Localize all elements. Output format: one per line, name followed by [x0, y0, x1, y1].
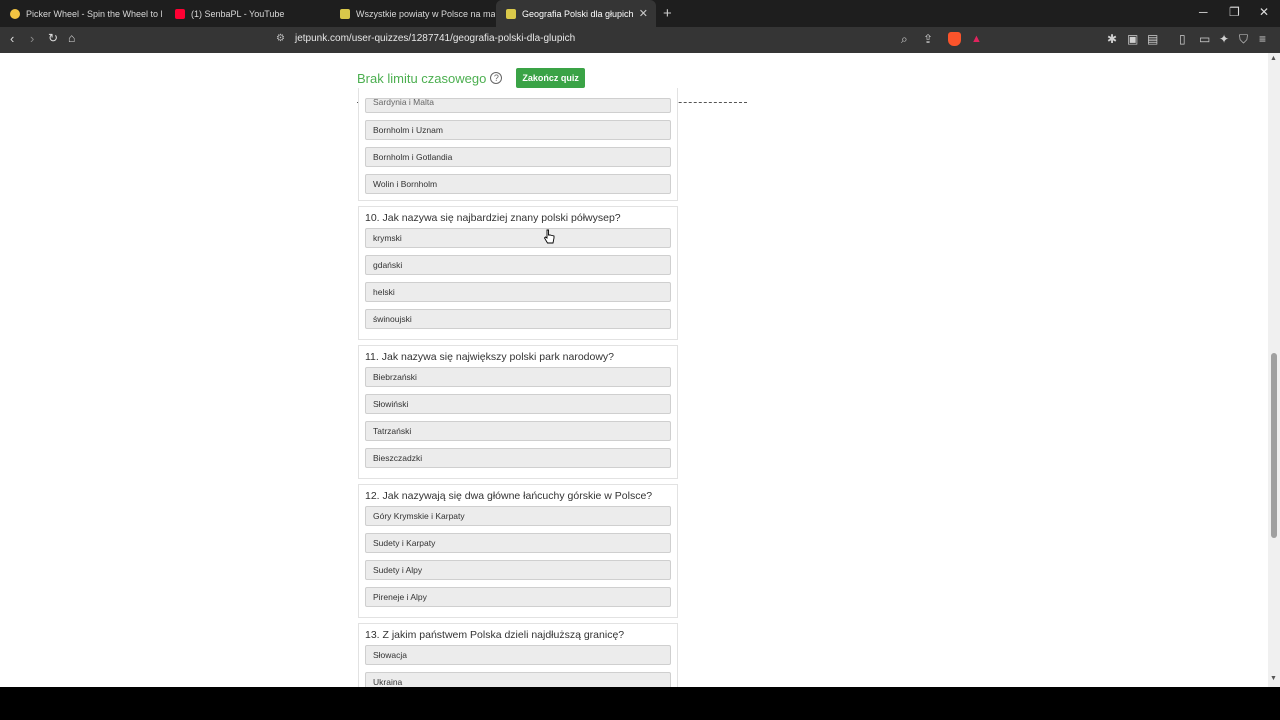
scroll-thumb[interactable] [1271, 353, 1277, 538]
quiz-header: Brak limitu czasowego ? Zakończ quiz [357, 68, 585, 88]
question-card: 10. Jak nazywa się najbardziej znany pol… [358, 206, 678, 340]
sidebar-icon[interactable]: ▯ [1179, 32, 1186, 46]
answer-option[interactable]: Słowiński [365, 394, 671, 414]
site-settings-icon[interactable]: ⚙ [276, 33, 285, 44]
answer-option[interactable]: Bornholm i Uznam [365, 120, 671, 140]
scroll-up-icon[interactable]: ▲ [1270, 55, 1277, 62]
brave-rewards-icon[interactable]: ▲ [971, 33, 982, 45]
question-title: 13. Z jakim państwem Polska dzieli najdł… [365, 629, 625, 641]
question-card: 12. Jak nazywają się dwa główne łańcuchy… [358, 484, 678, 618]
restore-icon[interactable]: ❐ [1229, 5, 1240, 19]
home-icon[interactable]: ⌂ [68, 31, 75, 45]
answer-option[interactable]: krymski [365, 228, 671, 248]
vpn-icon[interactable]: ⛉ [1239, 32, 1248, 47]
browser-window: Picker Wheel - Spin the Wheel to De (1) … [0, 0, 1280, 687]
answer-option[interactable]: Tatrzański [365, 421, 671, 441]
tab-title: Picker Wheel - Spin the Wheel to De [26, 8, 162, 19]
tab-strip: Picker Wheel - Spin the Wheel to De (1) … [0, 0, 1280, 27]
picker-wheel-favicon-icon [10, 8, 20, 19]
tab-picker-wheel[interactable]: Picker Wheel - Spin the Wheel to De [0, 0, 162, 27]
question-title: 11. Jak nazywa się największy polski par… [365, 351, 615, 363]
page-content: Brak limitu czasowego ? Zakończ quiz Sar… [0, 53, 1268, 687]
answer-option[interactable]: Bieszczadzki [365, 448, 671, 468]
answer-option[interactable]: Ukraina [365, 672, 671, 687]
reload-icon[interactable]: ↻ [48, 31, 58, 45]
youtube-favicon-icon [175, 8, 185, 19]
minimize-icon[interactable]: ─ [1199, 5, 1208, 19]
answer-option[interactable]: gdański [365, 255, 671, 275]
reading-list-icon[interactable]: ▤ [1147, 32, 1158, 46]
address-bar[interactable]: jetpunk.com/user-quizzes/1287741/geograf… [295, 33, 575, 44]
menu-icon[interactable]: ≡ [1259, 32, 1266, 46]
close-tab-icon[interactable]: ✕ [639, 7, 648, 20]
answer-option[interactable]: Pireneje i Alpy [365, 587, 671, 607]
question-card: Sardynia i Malta Bornholm i Uznam Bornho… [358, 88, 678, 201]
tab-title: Wszystkie powiaty w Polsce na mapie [356, 8, 495, 19]
answer-option[interactable]: Biebrzański [365, 367, 671, 387]
answer-option[interactable]: Bornholm i Gotlandia [365, 147, 671, 167]
tab-title: Geografia Polski dla głupich [522, 8, 634, 19]
close-window-icon[interactable]: ✕ [1259, 5, 1269, 19]
back-icon[interactable]: ‹ [10, 31, 14, 46]
answer-option[interactable]: Sardynia i Malta [365, 98, 671, 113]
tab-powiaty[interactable]: Wszystkie powiaty w Polsce na mapie [330, 0, 495, 27]
screenshot-icon[interactable]: ▣ [1127, 32, 1138, 46]
tab-title: (1) SenbaPL - YouTube [191, 8, 285, 19]
tab-youtube[interactable]: (1) SenbaPL - YouTube [165, 0, 330, 27]
jetpunk-favicon-icon [506, 8, 516, 19]
forward-icon[interactable]: › [30, 31, 34, 46]
scroll-down-icon[interactable]: ▼ [1270, 675, 1277, 682]
question-card: 13. Z jakim państwem Polska dzieli najdł… [358, 623, 678, 687]
answer-option[interactable]: helski [365, 282, 671, 302]
help-icon[interactable]: ? [490, 72, 503, 84]
share-icon[interactable]: ⇪ [923, 32, 933, 46]
question-title: 10. Jak nazywa się najbardziej znany pol… [365, 212, 621, 224]
answer-option[interactable]: Sudety i Karpaty [365, 533, 671, 553]
answer-option[interactable]: Sudety i Alpy [365, 560, 671, 580]
jetpunk-favicon-icon [340, 8, 350, 19]
browser-toolbar: ‹ › ↻ ⌂ ⚙ jetpunk.com/user-quizzes/12877… [0, 27, 1280, 53]
finish-quiz-button[interactable]: Zakończ quiz [516, 68, 585, 88]
wallet-icon[interactable]: ▭ [1199, 32, 1210, 46]
question-card: 11. Jak nazywa się największy polski par… [358, 345, 678, 479]
new-tab-icon[interactable]: + [663, 5, 672, 22]
extensions-icon[interactable]: ✱ [1107, 32, 1117, 46]
answer-option[interactable]: Wolin i Bornholm [365, 174, 671, 194]
hand-cursor-icon [543, 229, 555, 244]
answer-option[interactable]: Słowacja [365, 645, 671, 665]
timer-label: Brak limitu czasowego [357, 70, 487, 86]
leo-ai-icon[interactable]: ✦ [1219, 32, 1229, 46]
page-scrollbar[interactable]: ▲ ▼ [1268, 53, 1280, 687]
answer-option[interactable]: świnoujski [365, 309, 671, 329]
brave-shields-icon[interactable] [948, 32, 961, 46]
question-title: 12. Jak nazywają się dwa główne łańcuchy… [365, 490, 653, 502]
answer-option[interactable]: Góry Krymskie i Karpaty [365, 506, 671, 526]
zoom-icon[interactable]: ⌕ [901, 32, 908, 47]
tab-geografia[interactable]: Geografia Polski dla głupich ✕ [496, 0, 656, 27]
